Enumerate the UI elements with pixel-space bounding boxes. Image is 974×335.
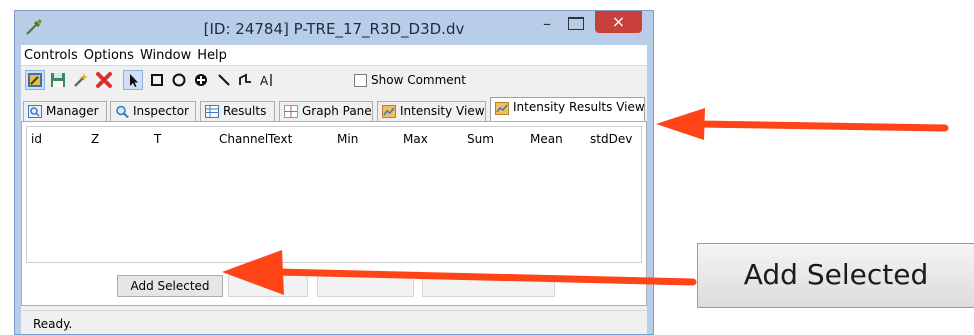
menu-controls[interactable]: Controls [21, 45, 81, 63]
intensity-results-icon [495, 102, 509, 115]
graph-icon [284, 105, 298, 118]
tab-inspector[interactable]: Inspector [110, 101, 196, 121]
tab-manager[interactable]: Manager [23, 101, 107, 121]
delete-icon[interactable] [94, 70, 114, 90]
column-header-z[interactable]: Z [91, 132, 99, 146]
toolbar-button-3[interactable] [317, 275, 414, 297]
tab-label: Results [223, 104, 267, 118]
table-icon [205, 105, 219, 118]
tab-intensity-view[interactable]: Intensity View [377, 101, 486, 121]
text-tool-icon[interactable]: A [257, 70, 277, 90]
intensity-results-panel: id Z T Channel Text Min Max Sum Mean std… [21, 121, 647, 306]
app-window: [ID: 24784] P-TRE_17_R3D_D3D.dv – × Cont… [14, 10, 654, 335]
window-content: Controls Options Window Help A Show Comm… [21, 45, 647, 334]
maximize-button[interactable] [568, 17, 584, 30]
edit-image-tool-icon[interactable] [25, 70, 45, 90]
tab-label: Intensity View [400, 104, 485, 118]
title-bar[interactable]: [ID: 24784] P-TRE_17_R3D_D3D.dv – × [15, 11, 653, 44]
column-header-sum[interactable]: Sum [467, 132, 494, 146]
column-header-min[interactable]: Min [337, 132, 358, 146]
toolbar: A Show Comment [21, 66, 647, 94]
tab-label: Intensity Results View [513, 100, 645, 114]
tab-results[interactable]: Results [200, 101, 275, 121]
window-title: [ID: 24784] P-TRE_17_R3D_D3D.dv [203, 20, 465, 38]
tab-strip: Manager Inspector Results Graph Pane Int… [21, 95, 647, 122]
manager-icon [28, 105, 42, 118]
column-header-mean[interactable]: Mean [530, 132, 563, 146]
save-icon[interactable] [48, 70, 68, 90]
column-header-t[interactable]: T [154, 132, 161, 146]
toolbar-button-2[interactable] [228, 275, 308, 297]
show-comment-label[interactable]: Show Comment [371, 73, 466, 87]
select-arrow-icon[interactable] [123, 70, 143, 90]
menu-help[interactable]: Help [194, 45, 230, 63]
line-tool-icon[interactable] [214, 70, 234, 90]
status-bar: Ready. [21, 310, 647, 335]
svg-text:A: A [260, 74, 269, 88]
button-bar: Add Selected [22, 270, 646, 300]
minimize-button[interactable]: – [537, 16, 557, 33]
intensity-icon [382, 105, 396, 118]
tab-graph-pane[interactable]: Graph Pane [279, 101, 373, 121]
column-header-max[interactable]: Max [403, 132, 428, 146]
close-button[interactable]: × [595, 11, 642, 33]
rectangle-tool-icon[interactable] [147, 70, 167, 90]
column-header-id[interactable]: id [31, 132, 42, 146]
add-selected-callout: Add Selected [697, 243, 974, 308]
tab-label: Inspector [133, 104, 189, 118]
results-table[interactable]: id Z T Channel Text Min Max Sum Mean std… [26, 126, 642, 263]
polyline-tool-icon[interactable] [235, 70, 255, 90]
toolbar-button-4[interactable] [422, 275, 555, 297]
tab-label: Manager [46, 104, 99, 118]
menu-options[interactable]: Options [81, 45, 137, 63]
column-header-text[interactable]: Text [268, 132, 292, 146]
tab-label: Graph Pane [302, 104, 372, 118]
table-header: id Z T Channel Text Min Max Sum Mean std… [27, 127, 641, 151]
column-header-channel[interactable]: Channel [219, 132, 268, 146]
ellipse-tool-icon[interactable] [169, 70, 189, 90]
menu-window[interactable]: Window [137, 45, 194, 63]
status-text: Ready. [33, 317, 73, 331]
menu-bar: Controls Options Window Help [21, 45, 647, 66]
add-selected-button[interactable]: Add Selected [117, 275, 223, 297]
tab-intensity-results-view[interactable]: Intensity Results View [490, 97, 645, 122]
arrow-to-tab [656, 108, 949, 140]
magic-wand-icon[interactable] [71, 70, 91, 90]
magnifier-icon [116, 105, 129, 118]
column-header-stddev[interactable]: stdDev [590, 132, 632, 146]
show-comment-checkbox[interactable] [354, 74, 367, 87]
point-tool-icon[interactable] [191, 70, 211, 90]
